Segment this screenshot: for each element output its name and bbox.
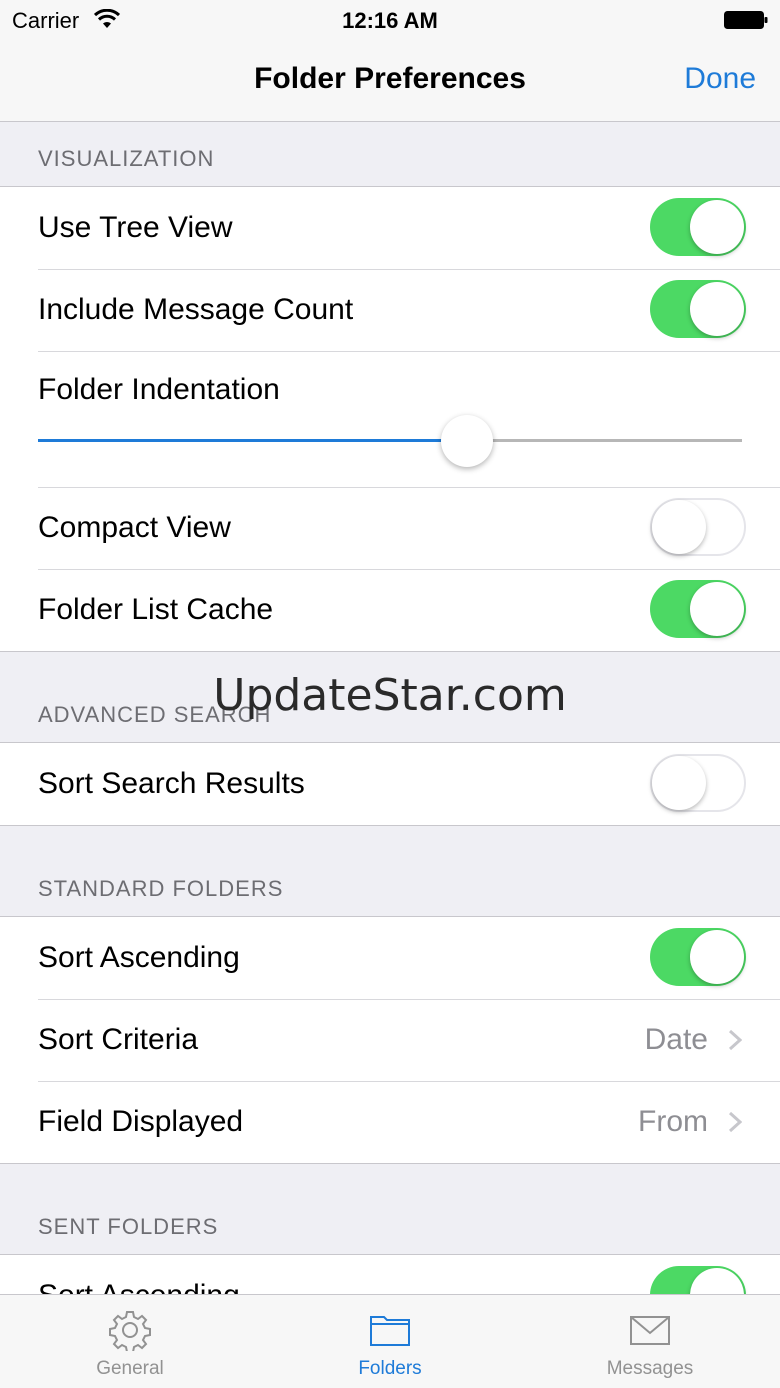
include-message-count-row: Include Message Count xyxy=(0,269,780,351)
chevron-right-icon xyxy=(728,1111,742,1133)
folder-indentation-slider[interactable] xyxy=(38,415,742,467)
gear-icon xyxy=(109,1311,151,1351)
navigation-bar: Folder Preferences Done xyxy=(0,40,780,122)
section-header-visualization: VISUALIZATION xyxy=(38,146,215,171)
compact-view-row: Compact View xyxy=(0,487,780,569)
standard-sort-ascending-switch[interactable] xyxy=(650,928,746,986)
include-message-count-label: Include Message Count xyxy=(38,293,354,326)
section-header-advanced-search: ADVANCED SEARCH xyxy=(38,702,272,727)
slider-thumb[interactable] xyxy=(441,415,494,467)
folder-icon xyxy=(370,1316,410,1346)
switch-knob xyxy=(690,200,744,254)
folder-list-cache-switch[interactable] xyxy=(650,580,746,638)
sort-search-results-row: Sort Search Results xyxy=(0,743,780,825)
folder-indentation-label: Folder Indentation xyxy=(38,373,280,406)
tab-messages[interactable]: Messages xyxy=(520,1295,780,1388)
settings-list[interactable]: VISUALIZATION Use Tree View Include Mess… xyxy=(0,122,780,1294)
sort-search-results-label: Sort Search Results xyxy=(38,767,305,800)
tab-messages-label: Messages xyxy=(606,1358,694,1379)
tab-general[interactable]: General xyxy=(0,1295,260,1388)
folder-list-cache-label: Folder List Cache xyxy=(38,593,274,626)
use-tree-view-label: Use Tree View xyxy=(38,211,233,244)
visualization-group: Use Tree View Include Message Count Fold… xyxy=(0,186,780,652)
chevron-right-icon xyxy=(728,1029,742,1051)
sent-sort-ascending-switch[interactable] xyxy=(650,1266,746,1294)
include-message-count-switch[interactable] xyxy=(650,280,746,338)
slider-fill xyxy=(38,439,468,442)
standard-sort-ascending-row: Sort Ascending xyxy=(0,917,780,999)
tab-folders[interactable]: Folders xyxy=(260,1295,520,1388)
tab-general-label: General xyxy=(96,1358,164,1379)
tab-folders-label: Folders xyxy=(358,1358,422,1379)
tab-bar: General Folders Messages xyxy=(0,1294,780,1388)
done-button[interactable]: Done xyxy=(684,62,756,96)
sent-folders-group: Sort Ascending xyxy=(0,1254,780,1294)
sort-criteria-label: Sort Criteria xyxy=(38,1023,199,1056)
compact-view-switch[interactable] xyxy=(650,498,746,556)
sort-criteria-value: Date xyxy=(644,1023,708,1056)
envelope-icon xyxy=(630,1316,670,1345)
section-header-standard-folders: STANDARD FOLDERS xyxy=(38,876,284,901)
switch-knob xyxy=(690,282,744,336)
advanced-search-group: Sort Search Results xyxy=(0,742,780,826)
field-displayed-row[interactable]: Field Displayed From xyxy=(0,1081,780,1163)
field-displayed-label: Field Displayed xyxy=(38,1105,244,1138)
sort-criteria-row[interactable]: Sort Criteria Date xyxy=(0,999,780,1081)
switch-knob xyxy=(652,756,706,810)
standard-folders-group: Sort Ascending Sort Criteria Date Field … xyxy=(0,916,780,1164)
sent-sort-ascending-row: Sort Ascending xyxy=(0,1255,780,1294)
status-time: 12:16 AM xyxy=(342,8,438,33)
switch-knob xyxy=(690,582,744,636)
folder-list-cache-row: Folder List Cache xyxy=(0,569,780,651)
sort-search-results-switch[interactable] xyxy=(650,754,746,812)
section-header-sent-folders: SENT FOLDERS xyxy=(38,1214,219,1239)
sent-sort-ascending-label: Sort Ascending xyxy=(38,1255,240,1294)
use-tree-view-row: Use Tree View xyxy=(0,187,780,269)
switch-knob xyxy=(690,930,744,984)
folder-indentation-row: Folder Indentation xyxy=(0,351,780,487)
page-title: Folder Preferences xyxy=(254,62,526,95)
standard-sort-ascending-label: Sort Ascending xyxy=(38,941,240,974)
battery-icon xyxy=(724,11,768,29)
use-tree-view-switch[interactable] xyxy=(650,198,746,256)
switch-knob xyxy=(652,500,706,554)
field-displayed-value: From xyxy=(638,1105,708,1138)
switch-knob xyxy=(690,1268,744,1294)
compact-view-label: Compact View xyxy=(38,511,231,544)
status-bar: Carrier 12:16 AM xyxy=(0,0,780,40)
